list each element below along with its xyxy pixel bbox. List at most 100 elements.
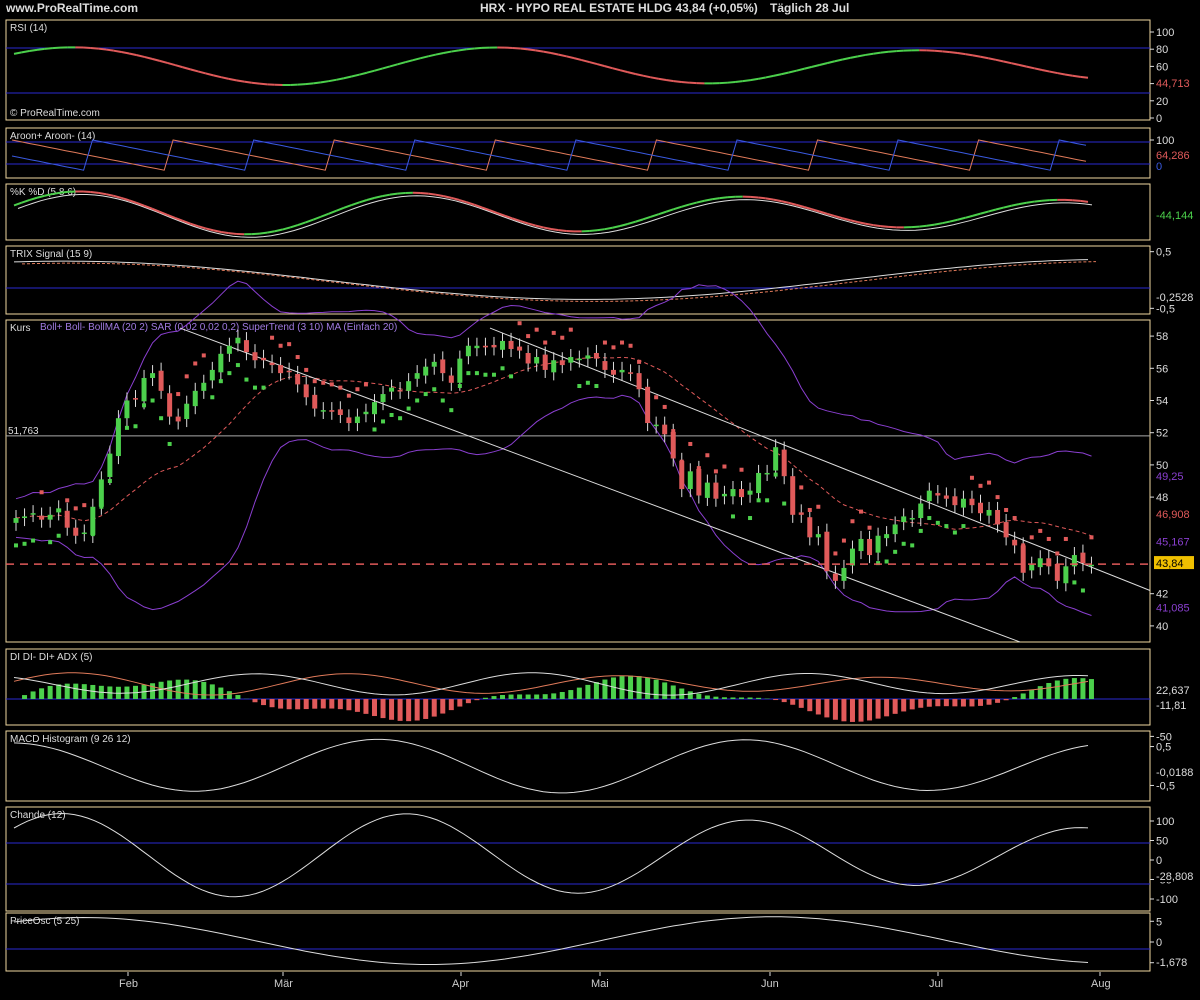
price-tick: 52 [1156, 428, 1168, 440]
sar-dot [602, 340, 607, 345]
sar-dot [167, 441, 172, 446]
sar-dot [1080, 588, 1085, 593]
dmi-bar [943, 699, 949, 707]
rsi-line-seg [1072, 74, 1081, 78]
candle-body [406, 381, 412, 391]
rsi-line-seg [995, 58, 1004, 63]
stoch-k-line-seg [297, 221, 306, 227]
rsi-line-seg [803, 65, 813, 70]
candle-body [295, 373, 301, 385]
rsi-line-seg [113, 49, 122, 53]
rsi-line-seg [397, 61, 406, 66]
boll-upper-value: 49,25 [1156, 471, 1184, 483]
dmi-bar [832, 699, 838, 720]
rsi-line-seg [819, 62, 828, 66]
dmi-bar [201, 681, 207, 699]
dmi-bar [721, 697, 727, 699]
rsi-line-seg [167, 62, 176, 67]
sar-dot [730, 514, 735, 519]
sar-dot [910, 543, 915, 548]
dmi-bar [397, 699, 403, 721]
stoch-k-line-seg [335, 206, 345, 212]
sar-dot [39, 490, 44, 495]
sar-dot [961, 524, 966, 529]
sar-dot [107, 479, 112, 483]
sar-dot [261, 385, 266, 390]
rsi-line-seg [136, 54, 145, 58]
chande-label: Chande (12) [10, 810, 66, 821]
rsi-line-seg [796, 67, 805, 72]
dmi-bar [585, 684, 591, 699]
dmi-bar [389, 699, 395, 720]
candle-body [986, 509, 992, 516]
rsi-line-seg [151, 57, 161, 62]
rsi-line-seg [52, 46, 61, 50]
dmi-minus-line [13, 672, 1089, 696]
candle-body [81, 532, 87, 535]
dmi-bar [158, 681, 164, 699]
stoch-k-line-seg [435, 193, 444, 198]
sar-dot [440, 398, 445, 403]
dmi-bar [918, 699, 924, 708]
dmi-bar [610, 677, 616, 699]
dmi-bar [593, 682, 599, 699]
sar-dot [287, 342, 292, 347]
candle-body [747, 490, 753, 495]
rsi-line-seg [543, 50, 552, 55]
dmi-bar [457, 699, 463, 707]
dmi-bar [474, 699, 480, 701]
candle-body [995, 509, 1001, 525]
sar-dot [22, 541, 27, 546]
stoch-k-line-seg [849, 219, 859, 224]
candle-body [90, 506, 96, 535]
sar-dot [901, 541, 906, 546]
candle-body [243, 340, 249, 353]
dmi-bar [286, 699, 292, 710]
rsi-line-seg [619, 69, 628, 74]
price-tick: 42 [1156, 589, 1168, 601]
sar-dot [389, 412, 394, 417]
candle-body [619, 369, 625, 373]
candle-body [670, 431, 676, 459]
candle-body [960, 498, 966, 508]
candle-body [721, 493, 727, 497]
trix-frame [5, 245, 1151, 315]
candle-body [209, 369, 215, 381]
trix-tick: 0,5 [1156, 247, 1171, 259]
stoch-k-line-seg [289, 224, 299, 229]
dmi-bar [995, 699, 1001, 703]
stoch-k-line-seg [942, 220, 951, 225]
dmi-bar [901, 699, 907, 712]
dmi-bar [730, 697, 736, 699]
candle-body [696, 468, 702, 496]
dmi-bar [884, 699, 890, 717]
sar-dot [952, 530, 957, 535]
dmi-bar [926, 699, 932, 707]
dmi-bar [559, 692, 565, 699]
chart-canvas[interactable]: RSI (14) 100 80 60 40 20 0 © ProRealTime.com 44,… [0, 0, 1200, 1000]
rsi-line-seg [343, 75, 352, 80]
rsi-line-seg [474, 46, 483, 50]
candle-body [354, 416, 360, 424]
dmi-bar [551, 693, 557, 699]
candle-body [346, 417, 352, 424]
dmi-bar [354, 699, 360, 712]
dmi-bar [815, 699, 821, 715]
rsi-label: RSI (14) [10, 23, 47, 34]
sar-dot [244, 377, 249, 382]
sar-dot [841, 538, 846, 543]
price-tick: 56 [1156, 363, 1168, 375]
dmi-bar [867, 699, 873, 721]
dmi-bar [39, 688, 45, 699]
rsi-line-seg [765, 74, 774, 79]
sar-dot [193, 361, 198, 366]
candle-body [918, 503, 924, 519]
stoch-k-line-seg [758, 196, 766, 200]
rsi-line-seg [1049, 70, 1058, 75]
rsi-line-seg [757, 76, 766, 80]
rsi-line-seg [1041, 69, 1050, 73]
sar-dot [133, 424, 138, 429]
rsi-line-seg [466, 47, 475, 51]
stoch-k-line-seg [919, 224, 928, 228]
rsi-line-seg [21, 50, 30, 54]
